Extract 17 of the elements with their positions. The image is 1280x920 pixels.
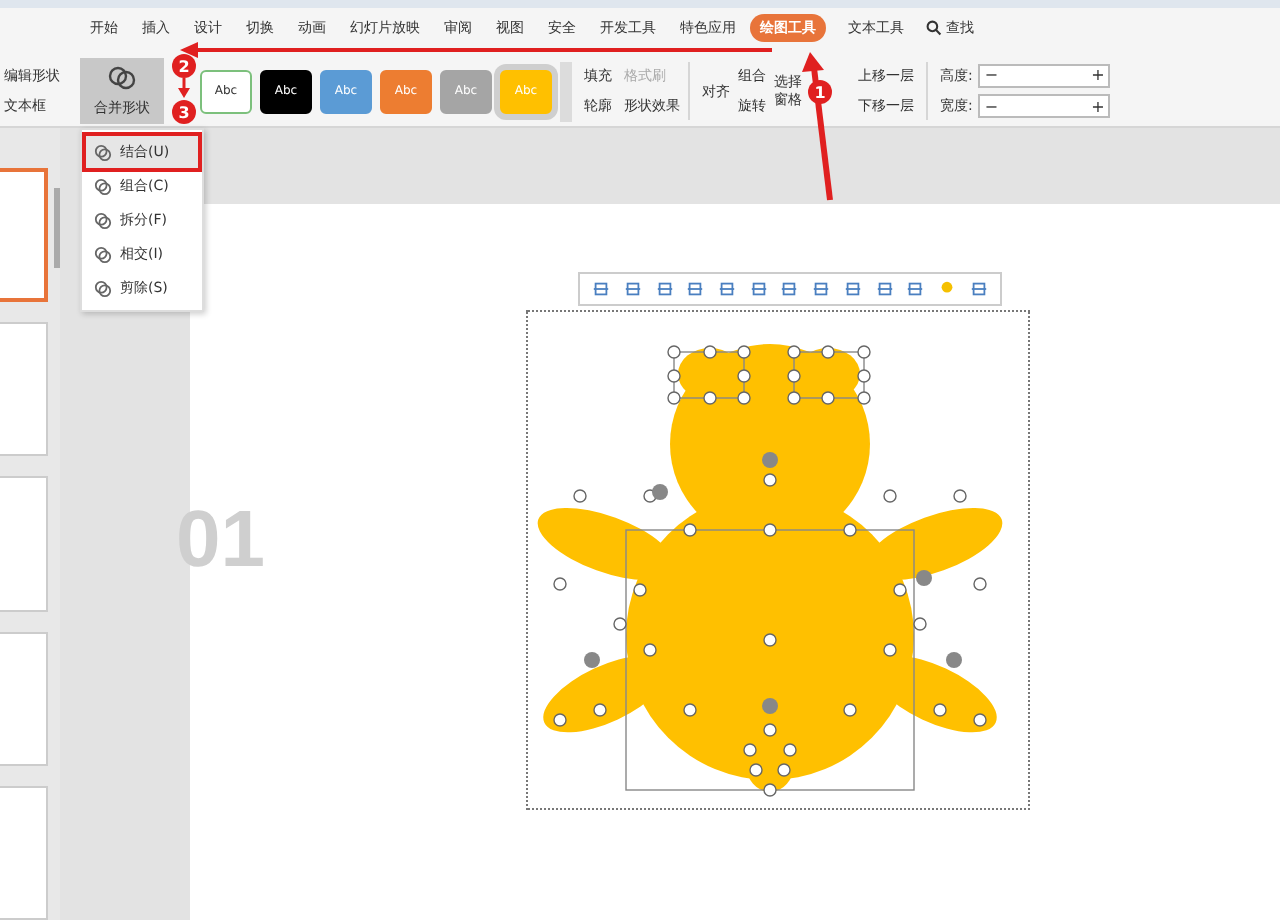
slide-thumbnail[interactable] — [0, 322, 48, 457]
decrement-button[interactable]: − — [984, 66, 999, 85]
increment-button[interactable]: + — [1091, 66, 1105, 85]
size-field[interactable]: − + — [978, 63, 1111, 88]
gallery-scroller[interactable] — [560, 61, 572, 121]
slide-thumbnail[interactable] — [0, 476, 48, 612]
slide-thumbnail[interactable] — [0, 631, 48, 766]
scrollbar-thumb[interactable] — [54, 188, 60, 268]
search-icon — [926, 20, 942, 36]
merge-icon — [108, 64, 136, 92]
bulb-icon — [937, 280, 956, 298]
slide-thumbnail[interactable] — [0, 168, 48, 303]
decrement-button[interactable]: − — [984, 97, 999, 116]
slide-thumbnail[interactable] — [0, 785, 48, 920]
increment-button[interactable]: + — [1091, 97, 1105, 116]
size-field[interactable]: − + — [978, 94, 1111, 119]
arrow — [178, 78, 190, 98]
